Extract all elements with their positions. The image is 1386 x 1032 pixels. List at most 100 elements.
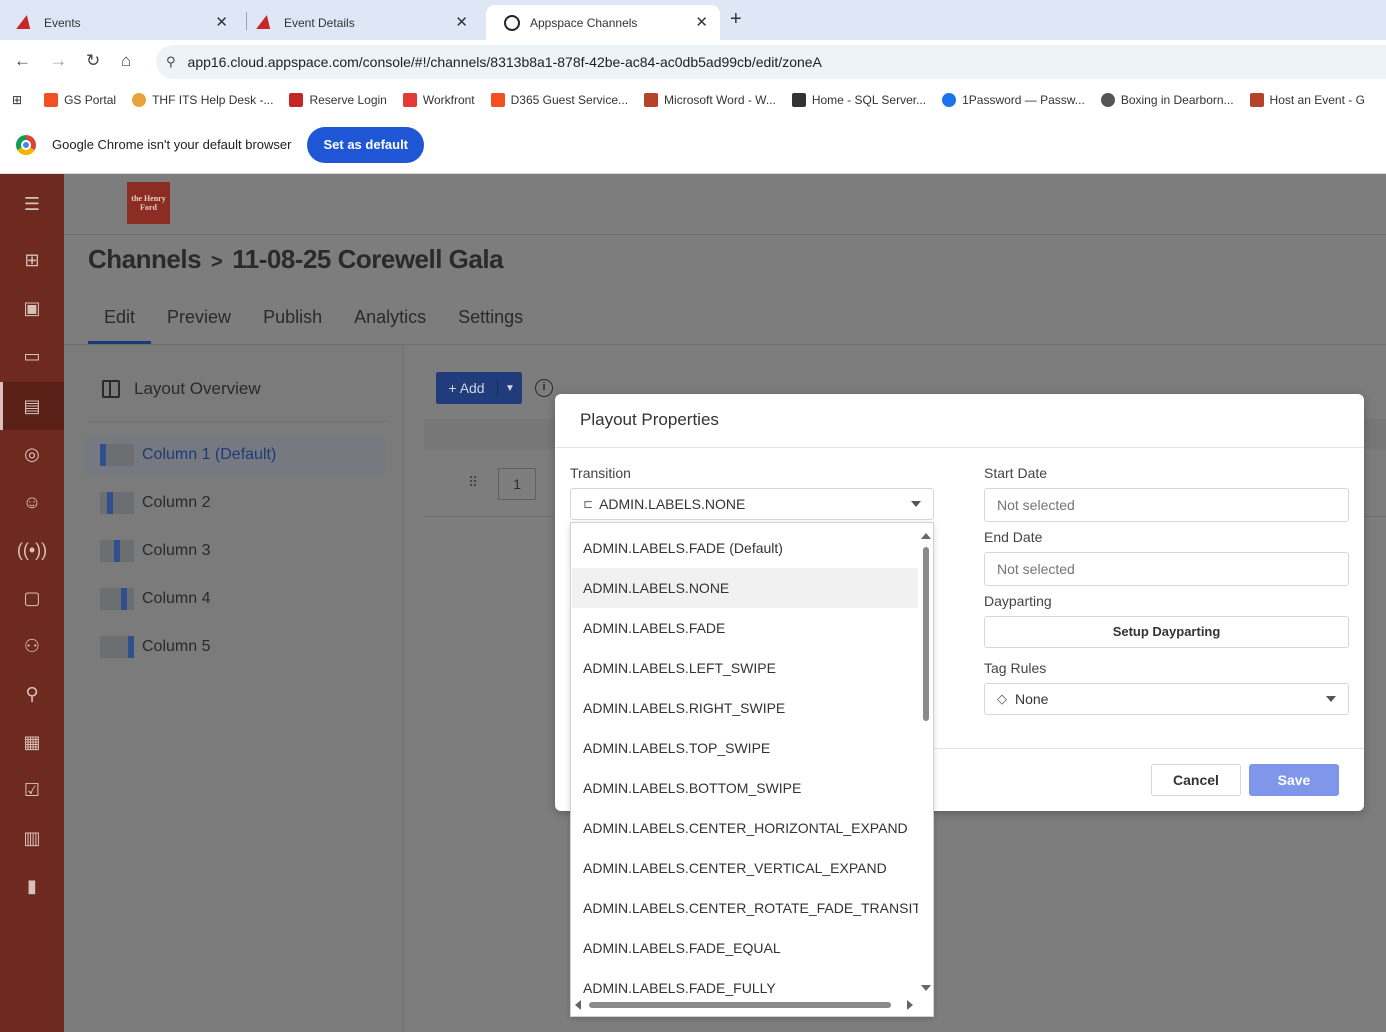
forward-icon[interactable]: →: [50, 51, 67, 71]
tab-edit[interactable]: Edit: [88, 302, 152, 344]
devices-icon[interactable]: ▢: [0, 574, 64, 622]
menu-icon[interactable]: ☰: [0, 180, 64, 228]
scroll-thumb[interactable]: [589, 1002, 891, 1008]
end-date-input[interactable]: [984, 552, 1349, 586]
bookmark-item[interactable]: Host an Event - G: [1249, 93, 1365, 107]
info-icon[interactable]: i: [535, 379, 553, 397]
close-icon[interactable]: ✕: [455, 13, 468, 31]
analytics-icon[interactable]: ▮: [0, 862, 64, 910]
henry-ford-logo: the Henry Ford: [127, 182, 170, 224]
bookmark-favicon: [132, 93, 147, 107]
horizontal-scrollbar[interactable]: [575, 999, 917, 1011]
bookmark-item[interactable]: GS Portal: [44, 93, 116, 107]
layout-overview-label: Layout Overview: [134, 379, 261, 398]
new-tab-button[interactable]: +: [730, 8, 742, 31]
bookmark-item[interactable]: Workfront: [402, 93, 475, 107]
dropdown-option[interactable]: ADMIN.LABELS.FADE_FULLY: [572, 968, 918, 996]
scroll-up-icon[interactable]: [921, 533, 931, 539]
bookmark-item[interactable]: Reserve Login: [289, 93, 387, 107]
tab-preview[interactable]: Preview: [151, 302, 247, 344]
cancel-button[interactable]: Cancel: [1151, 764, 1241, 796]
chevron-down-icon: [911, 501, 921, 507]
column-label: Column 2: [142, 494, 211, 511]
dashboard-icon[interactable]: ⊞: [0, 236, 64, 284]
scroll-thumb[interactable]: [923, 547, 929, 721]
setup-dayparting-button[interactable]: Setup Dayparting: [984, 616, 1349, 648]
reload-icon[interactable]: ↻: [86, 51, 100, 71]
apps-grid-icon[interactable]: ⊞: [12, 93, 22, 107]
dropdown-option[interactable]: ADMIN.LABELS.RIGHT_SWIPE: [572, 688, 918, 728]
bookmarks-bar: ⊞ GS Portal THF ITS Help Desk -... Reser…: [0, 84, 1386, 116]
bookmark-item[interactable]: D365 Guest Service...: [490, 93, 628, 107]
calendar-icon[interactable]: ▦: [0, 718, 64, 766]
set-default-button[interactable]: Set as default: [307, 126, 425, 163]
address-bar[interactable]: ⚲ app16.cloud.appspace.com/console/#!/ch…: [156, 45, 1386, 79]
users-icon[interactable]: ⚇: [0, 622, 64, 670]
messages-icon[interactable]: ▭: [0, 332, 64, 380]
transition-select[interactable]: ⊏ ADMIN.LABELS.NONE: [570, 488, 934, 520]
bookmark-item[interactable]: THF ITS Help Desk -...: [132, 93, 273, 107]
bookmark-label: Home - SQL Server...: [811, 93, 927, 107]
scroll-down-icon[interactable]: [921, 985, 931, 991]
dropdown-option[interactable]: ADMIN.LABELS.FADE: [572, 608, 918, 648]
bookmark-item[interactable]: 1Password — Passw...: [942, 93, 1085, 107]
dropdown-option[interactable]: ADMIN.LABELS.CENTER_ROTATE_FADE_TRANSITI…: [572, 888, 918, 928]
start-date-input[interactable]: [984, 488, 1349, 522]
close-icon[interactable]: ✕: [215, 13, 228, 31]
scroll-right-icon[interactable]: [907, 1000, 913, 1010]
divider: [64, 234, 1386, 235]
user-circle-icon[interactable]: ☺: [0, 478, 64, 526]
layout-overview[interactable]: Layout Overview: [102, 379, 261, 399]
tab-analytics[interactable]: Analytics: [338, 302, 442, 344]
site-settings-icon[interactable]: ⚲: [166, 54, 176, 70]
close-icon[interactable]: ✕: [695, 13, 708, 31]
dropdown-option[interactable]: ADMIN.LABELS.FADE (Default): [572, 528, 918, 568]
profile-icon[interactable]: ⚲: [0, 670, 64, 718]
breadcrumb-separator: >: [211, 251, 223, 273]
layout-icon: [102, 380, 120, 398]
column-item-4[interactable]: Column 4: [84, 579, 386, 619]
dropdown-option[interactable]: ADMIN.LABELS.BOTTOM_SWIPE: [572, 768, 918, 808]
browser-tab-appspace-channels[interactable]: Appspace Channels ✕: [486, 5, 720, 40]
tag-rules-select[interactable]: ◇ None: [984, 683, 1349, 715]
target-icon[interactable]: ◎: [0, 430, 64, 478]
bookmark-item[interactable]: Boxing in Dearborn...: [1100, 93, 1234, 107]
bookmark-favicon: [1100, 93, 1115, 107]
dropdown-option-selected[interactable]: ADMIN.LABELS.NONE: [572, 568, 918, 608]
scroll-left-icon[interactable]: [575, 1000, 581, 1010]
dropdown-option[interactable]: ADMIN.LABELS.CENTER_HORIZONTAL_EXPAND: [572, 808, 918, 848]
id-card-icon[interactable]: ▥: [0, 814, 64, 862]
drag-handle-icon[interactable]: ⠿: [468, 474, 478, 491]
bookmark-item[interactable]: Home - SQL Server...: [791, 93, 927, 107]
column-item-2[interactable]: Column 2: [84, 483, 386, 523]
broadcast-icon[interactable]: ((•)): [0, 526, 64, 574]
divider: [88, 421, 388, 422]
column-item-3[interactable]: Column 3: [84, 531, 386, 571]
tasks-icon[interactable]: ☑: [0, 766, 64, 814]
browser-tab-events[interactable]: Events ✕: [0, 5, 240, 40]
dropdown-option[interactable]: ADMIN.LABELS.CENTER_VERTICAL_EXPAND: [572, 848, 918, 888]
column-layout-icon: [100, 636, 134, 658]
tab-publish[interactable]: Publish: [247, 302, 338, 344]
column-item-5[interactable]: Column 5: [84, 627, 386, 667]
add-button[interactable]: + Add ▼: [436, 372, 522, 404]
channel-tabs: Edit Preview Publish Analytics Settings: [88, 302, 539, 344]
save-button[interactable]: Save: [1249, 764, 1339, 796]
dropdown-option[interactable]: ADMIN.LABELS.LEFT_SWIPE: [572, 648, 918, 688]
breadcrumb-parent[interactable]: Channels: [88, 244, 202, 274]
transition-value: ADMIN.LABELS.NONE: [599, 496, 746, 512]
browser-tab-event-details[interactable]: Event Details ✕: [240, 5, 480, 40]
tab-settings[interactable]: Settings: [442, 302, 539, 344]
home-icon[interactable]: ⌂: [121, 51, 131, 71]
bookmark-item[interactable]: Microsoft Word - W...: [644, 93, 776, 107]
dropdown-option[interactable]: ADMIN.LABELS.TOP_SWIPE: [572, 728, 918, 768]
column-layout-icon: [100, 540, 134, 562]
chevron-down-icon[interactable]: ▼: [498, 383, 522, 394]
default-browser-infobar: Google Chrome isn't your default browser…: [0, 116, 1386, 174]
channels-icon[interactable]: ▤: [0, 382, 64, 430]
column-item-1[interactable]: Column 1 (Default): [84, 435, 386, 475]
dropdown-option[interactable]: ADMIN.LABELS.FADE_EQUAL: [572, 928, 918, 968]
back-icon[interactable]: ←: [14, 51, 31, 71]
vertical-scrollbar[interactable]: [921, 533, 931, 999]
library-icon[interactable]: ▣: [0, 284, 64, 332]
